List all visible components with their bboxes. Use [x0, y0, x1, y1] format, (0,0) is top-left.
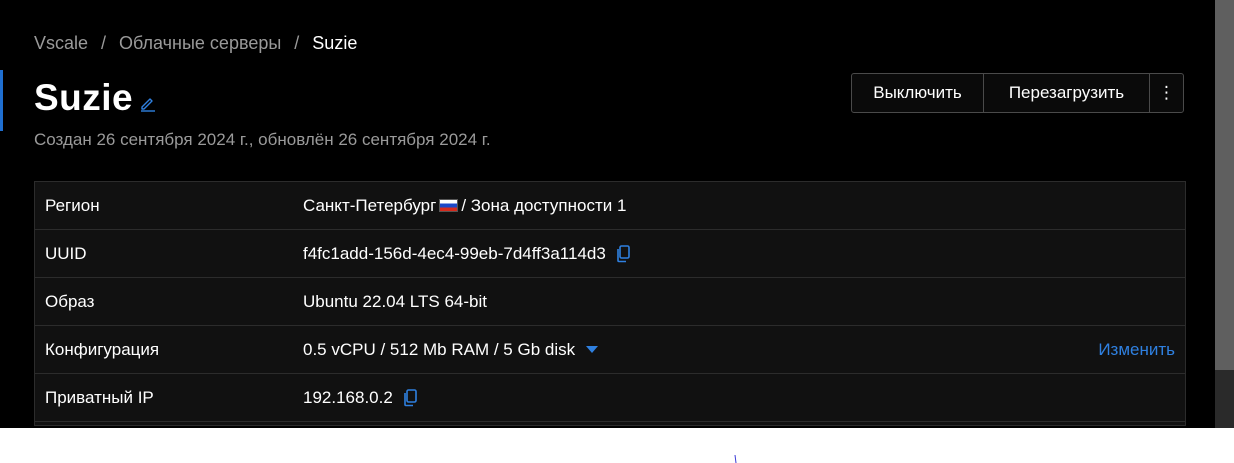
breadcrumb: Vscale / Облачные серверы / Suzie: [34, 33, 357, 53]
server-details-table: Регион Санкт-Петербург / Зона доступност…: [34, 181, 1186, 426]
region-city: Санкт-Петербург: [303, 195, 437, 215]
mouse-pointer-icon: [734, 455, 737, 463]
copy-icon[interactable]: [616, 244, 631, 263]
row-label: Образ: [45, 291, 95, 311]
table-row-configuration: Конфигурация 0.5 vCPU / 512 Mb RAM / 5 G…: [35, 326, 1185, 374]
configuration-value: 0.5 vCPU / 512 Mb RAM / 5 Gb disk: [303, 339, 576, 359]
copy-icon[interactable]: [403, 388, 418, 407]
row-label: Конфигурация: [45, 339, 160, 359]
pencil-icon[interactable]: [139, 95, 156, 112]
reboot-button[interactable]: Перезагрузить: [983, 74, 1149, 112]
breadcrumb-link-cloud-servers[interactable]: Облачные серверы: [119, 33, 281, 54]
uuid-value: f4fc1add-156d-4ec4-99eb-7d4ff3a114d3: [303, 243, 606, 263]
more-actions-button[interactable]: ⋮: [1149, 74, 1183, 112]
table-row-image: Образ Ubuntu 22.04 LTS 64-bit: [35, 278, 1185, 326]
row-value: 0.5 vCPU / 512 Mb RAM / 5 Gb disk: [303, 339, 599, 360]
row-value: Ubuntu 22.04 LTS 64-bit: [303, 292, 487, 312]
breadcrumb-link-vscale[interactable]: Vscale: [34, 33, 88, 54]
private-ip-value: 192.168.0.2: [303, 387, 393, 407]
table-row-uuid: UUID f4fc1add-156d-4ec4-99eb-7d4ff3a114d…: [35, 230, 1185, 278]
breadcrumb-separator: /: [101, 32, 107, 53]
row-value: f4fc1add-156d-4ec4-99eb-7d4ff3a114d3: [303, 244, 631, 264]
change-configuration-link[interactable]: Изменить: [1098, 340, 1175, 360]
table-row: [35, 422, 1185, 426]
app-window: Vscale / Облачные серверы / Suzie Suzie …: [0, 0, 1234, 428]
row-value: Санкт-Петербург / Зона доступности 1: [303, 196, 626, 216]
page-title: Suzie: [34, 77, 134, 118]
scrollbar-thumb[interactable]: [1215, 0, 1234, 370]
russia-flag-icon: [439, 199, 459, 212]
row-label: UUID: [45, 243, 87, 263]
availability-zone: / Зона доступности 1: [461, 195, 627, 215]
more-vertical-icon: ⋮: [1158, 83, 1175, 102]
row-label: Приватный IP: [45, 387, 154, 407]
table-row-private-ip: Приватный IP 192.168.0.2: [35, 374, 1185, 422]
title-row: Suzie: [34, 77, 156, 118]
row-value: 192.168.0.2: [303, 388, 418, 408]
caret-down-icon[interactable]: [586, 345, 599, 354]
breadcrumb-current: Suzie: [312, 32, 358, 53]
power-off-button[interactable]: Выключить: [852, 74, 983, 112]
server-timestamps: Создан 26 сентября 2024 г., обновлён 26 …: [34, 130, 491, 149]
row-label: Регион: [45, 195, 100, 215]
scrollbar-track[interactable]: [1215, 0, 1234, 428]
image-value: Ubuntu 22.04 LTS 64-bit: [303, 291, 487, 311]
table-row-region: Регион Санкт-Петербург / Зона доступност…: [35, 182, 1185, 230]
breadcrumb-separator: /: [294, 32, 300, 53]
active-nav-indicator: [0, 70, 3, 131]
server-actions: Выключить Перезагрузить ⋮: [851, 73, 1184, 113]
